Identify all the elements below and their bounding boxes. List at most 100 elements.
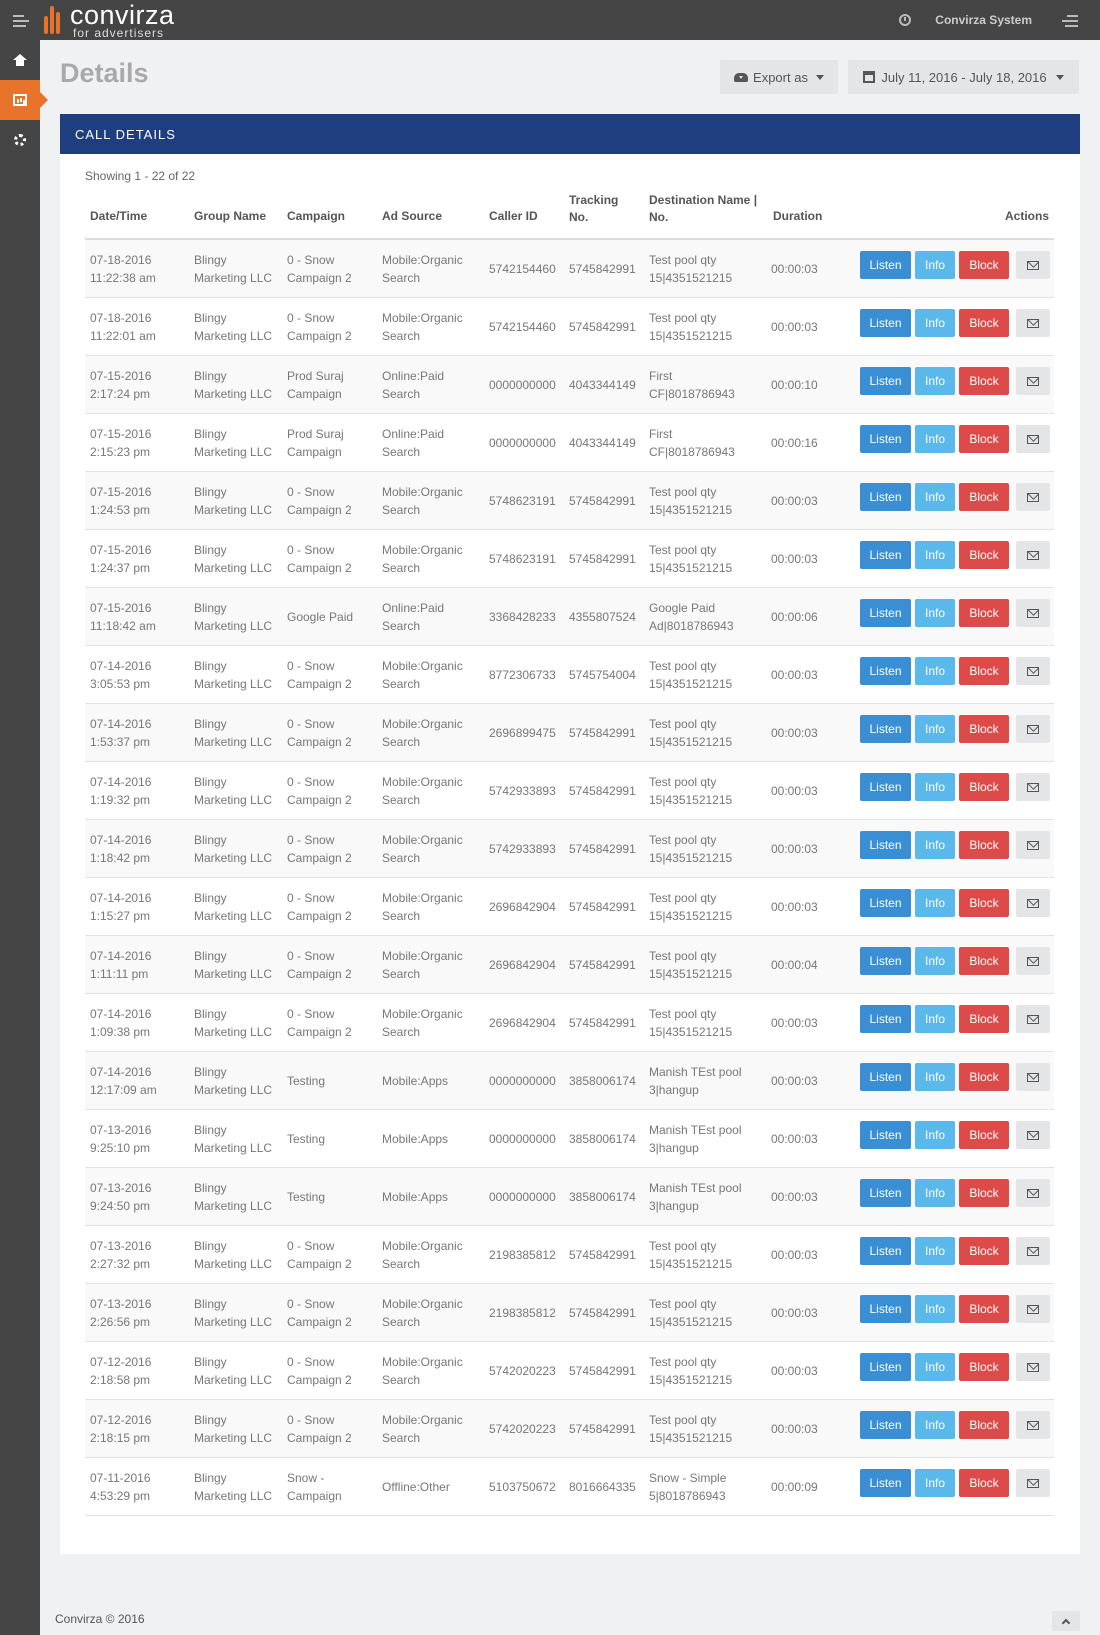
listen-button[interactable]: Listen — [860, 425, 911, 453]
email-button[interactable] — [1016, 715, 1050, 743]
block-button[interactable]: Block — [959, 599, 1009, 627]
block-button[interactable]: Block — [959, 309, 1009, 337]
email-button[interactable] — [1016, 1411, 1050, 1439]
listen-button[interactable]: Listen — [860, 1063, 911, 1091]
email-button[interactable] — [1016, 1005, 1050, 1033]
email-button[interactable] — [1016, 657, 1050, 685]
date-range-picker[interactable]: July 11, 2016 - July 18, 2016 — [848, 60, 1079, 94]
info-button[interactable]: Info — [915, 657, 955, 685]
email-button[interactable] — [1016, 251, 1050, 279]
info-button[interactable]: Info — [915, 889, 955, 917]
info-button[interactable]: Info — [915, 773, 955, 801]
listen-button[interactable]: Listen — [860, 889, 911, 917]
listen-button[interactable]: Listen — [860, 541, 911, 569]
block-button[interactable]: Block — [959, 1005, 1009, 1033]
email-button[interactable] — [1016, 889, 1050, 917]
block-button[interactable]: Block — [959, 1411, 1009, 1439]
listen-button[interactable]: Listen — [860, 657, 911, 685]
info-button[interactable]: Info — [915, 483, 955, 511]
info-button[interactable]: Info — [915, 1353, 955, 1381]
block-button[interactable]: Block — [959, 1179, 1009, 1207]
email-button[interactable] — [1016, 425, 1050, 453]
listen-button[interactable]: Listen — [860, 309, 911, 337]
info-button[interactable]: Info — [915, 1237, 955, 1265]
block-button[interactable]: Block — [959, 1063, 1009, 1091]
listen-button[interactable]: Listen — [860, 773, 911, 801]
clock-icon[interactable] — [899, 14, 912, 26]
info-button[interactable]: Info — [915, 1469, 955, 1497]
listen-button[interactable]: Listen — [860, 1179, 911, 1207]
email-button[interactable] — [1016, 541, 1050, 569]
email-button[interactable] — [1016, 367, 1050, 395]
listen-button[interactable]: Listen — [860, 599, 911, 627]
info-button[interactable]: Info — [915, 251, 955, 279]
block-button[interactable]: Block — [959, 1469, 1009, 1497]
info-button[interactable]: Info — [915, 367, 955, 395]
email-button[interactable] — [1016, 1295, 1050, 1323]
info-button[interactable]: Info — [915, 309, 955, 337]
listen-button[interactable]: Listen — [860, 1295, 911, 1323]
email-button[interactable] — [1016, 1353, 1050, 1381]
block-button[interactable]: Block — [959, 1237, 1009, 1265]
sidebar-item-reports[interactable] — [0, 80, 48, 120]
sidebar-toggle-icon[interactable] — [13, 15, 29, 27]
listen-button[interactable]: Listen — [860, 1237, 911, 1265]
col-destination[interactable]: Destination Name | No. — [649, 192, 757, 226]
sidebar-item-settings[interactable] — [0, 120, 40, 160]
info-button[interactable]: Info — [915, 1295, 955, 1323]
info-button[interactable]: Info — [915, 599, 955, 627]
col-ad-source[interactable]: Ad Source — [382, 208, 442, 225]
block-button[interactable]: Block — [959, 1353, 1009, 1381]
info-button[interactable]: Info — [915, 541, 955, 569]
col-group-name[interactable]: Group Name — [194, 208, 266, 225]
listen-button[interactable]: Listen — [860, 483, 911, 511]
block-button[interactable]: Block — [959, 251, 1009, 279]
email-button[interactable] — [1016, 599, 1050, 627]
col-datetime[interactable]: Date/Time — [90, 208, 147, 225]
listen-button[interactable]: Listen — [860, 1353, 911, 1381]
export-button[interactable]: Export as — [720, 60, 838, 94]
account-name[interactable]: Convirza System — [935, 13, 1032, 27]
col-duration[interactable]: Duration — [773, 208, 822, 225]
block-button[interactable]: Block — [959, 657, 1009, 685]
email-button[interactable] — [1016, 1063, 1050, 1091]
email-button[interactable] — [1016, 483, 1050, 511]
block-button[interactable]: Block — [959, 773, 1009, 801]
col-campaign[interactable]: Campaign — [287, 208, 345, 225]
block-button[interactable]: Block — [959, 831, 1009, 859]
info-button[interactable]: Info — [915, 1121, 955, 1149]
block-button[interactable]: Block — [959, 483, 1009, 511]
info-button[interactable]: Info — [915, 715, 955, 743]
listen-button[interactable]: Listen — [860, 947, 911, 975]
info-button[interactable]: Info — [915, 1411, 955, 1439]
email-button[interactable] — [1016, 773, 1050, 801]
email-button[interactable] — [1016, 1121, 1050, 1149]
info-button[interactable]: Info — [915, 425, 955, 453]
email-button[interactable] — [1016, 1237, 1050, 1265]
info-button[interactable]: Info — [915, 1063, 955, 1091]
listen-button[interactable]: Listen — [860, 367, 911, 395]
email-button[interactable] — [1016, 947, 1050, 975]
sidebar-item-home[interactable] — [0, 40, 40, 80]
block-button[interactable]: Block — [959, 541, 1009, 569]
email-button[interactable] — [1016, 831, 1050, 859]
block-button[interactable]: Block — [959, 947, 1009, 975]
info-button[interactable]: Info — [915, 947, 955, 975]
block-button[interactable]: Block — [959, 889, 1009, 917]
scroll-top-button[interactable] — [1052, 1611, 1080, 1631]
menu-icon[interactable] — [1062, 15, 1078, 27]
block-button[interactable]: Block — [959, 425, 1009, 453]
listen-button[interactable]: Listen — [860, 1411, 911, 1439]
col-caller-id[interactable]: Caller ID — [489, 208, 538, 225]
listen-button[interactable]: Listen — [860, 715, 911, 743]
email-button[interactable] — [1016, 309, 1050, 337]
block-button[interactable]: Block — [959, 1121, 1009, 1149]
info-button[interactable]: Info — [915, 831, 955, 859]
info-button[interactable]: Info — [915, 1005, 955, 1033]
listen-button[interactable]: Listen — [860, 1121, 911, 1149]
info-button[interactable]: Info — [915, 1179, 955, 1207]
listen-button[interactable]: Listen — [860, 1005, 911, 1033]
listen-button[interactable]: Listen — [860, 1469, 911, 1497]
listen-button[interactable]: Listen — [860, 251, 911, 279]
email-button[interactable] — [1016, 1469, 1050, 1497]
